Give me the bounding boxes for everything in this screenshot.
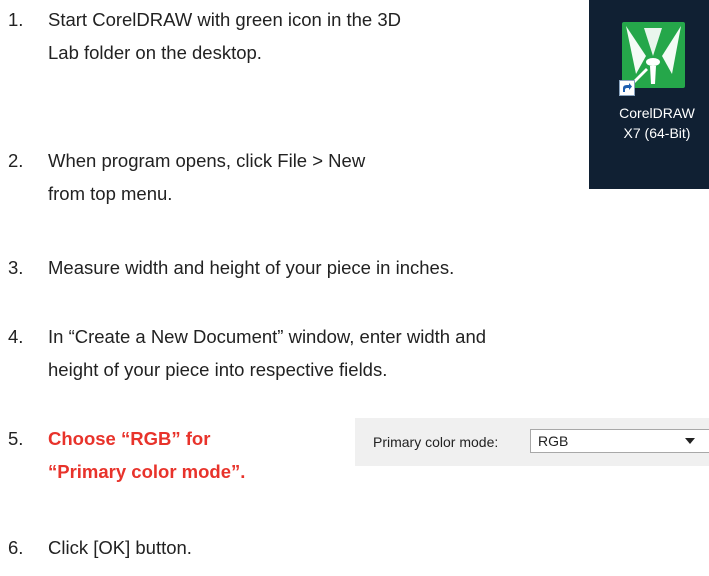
- step-text: In “Create a New Document” window, enter…: [48, 320, 486, 386]
- coreldraw-desktop-shortcut[interactable]: CorelDRAW X7 (64-Bit): [589, 0, 709, 189]
- step-text: Click [OK] button.: [48, 531, 192, 564]
- primary-color-mode-label: Primary color mode:: [373, 434, 499, 450]
- step-number: 3.: [8, 257, 24, 278]
- step-line: When program opens, click File > New: [48, 150, 366, 171]
- step-line: Choose “RGB” for: [48, 428, 211, 449]
- step-number: 6.: [8, 537, 24, 558]
- primary-color-mode-row: Primary color mode: RGB: [355, 418, 709, 466]
- shortcut-label: CorelDRAW: [619, 105, 695, 121]
- step-line: Measure width and height of your piece i…: [48, 257, 455, 278]
- step-number: 2.: [8, 150, 24, 171]
- step-text: Measure width and height of your piece i…: [48, 251, 454, 284]
- step-line: Click [OK] button.: [48, 537, 192, 558]
- step-number: 1.: [8, 9, 24, 30]
- shortcut-arrow-icon: [619, 80, 635, 96]
- step-line: “Primary color mode”.: [48, 461, 246, 482]
- step-text: When program opens, click File > New fro…: [48, 144, 365, 210]
- step-text: Start CorelDRAW with green icon in the 3…: [48, 3, 401, 69]
- step-line: from top menu.: [48, 183, 173, 204]
- step-line: height of your piece into respective fie…: [48, 359, 388, 380]
- step-line: In “Create a New Document” window, enter…: [48, 326, 487, 347]
- step-number: 4.: [8, 326, 24, 347]
- step-line: Start CorelDRAW with green icon in the 3…: [48, 9, 402, 30]
- step-text-emphasized: Choose “RGB” for “Primary color mode”.: [48, 422, 245, 488]
- coreldraw-app-icon: [622, 22, 685, 88]
- shortcut-label: X7 (64-Bit): [623, 125, 691, 141]
- chevron-down-icon: [685, 438, 695, 444]
- step-number: 5.: [8, 428, 24, 449]
- selected-value: RGB: [538, 433, 569, 449]
- step-line: Lab folder on the desktop.: [48, 42, 262, 63]
- primary-color-mode-select[interactable]: RGB: [530, 429, 709, 453]
